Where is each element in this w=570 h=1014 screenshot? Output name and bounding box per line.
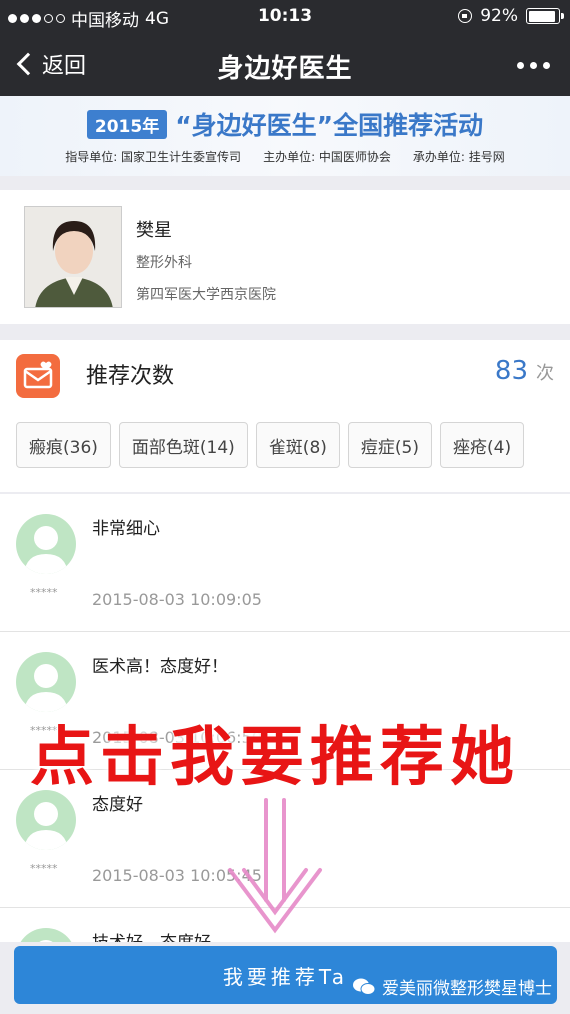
comment-user: *****: [30, 586, 58, 599]
organizer-unit: 承办单位: 挂号网: [412, 150, 505, 164]
wechat-icon: [353, 978, 376, 995]
avatar: [16, 514, 76, 574]
condition-tags: 瘢痕(36) 面部色斑(14) 雀斑(8) 痘症(5) 痤疮(4): [16, 422, 525, 468]
avatar: [16, 928, 76, 942]
host-unit: 主办单位: 中国医师协会: [263, 150, 391, 164]
doctor-department: 整形外科: [136, 255, 192, 271]
battery-percent: 92%: [480, 6, 518, 26]
promo-overlay-text: 点击我要推荐她: [30, 721, 520, 795]
comment-text: 非常细心: [92, 519, 160, 539]
more-menu-icon[interactable]: [517, 62, 550, 69]
banner-title-row: 2015年 “身边好医生”全国推荐活动: [0, 106, 570, 142]
brand-name: 爱美丽微整形樊星博士: [382, 979, 552, 999]
status-bar: 中国移动 4G 10:13 92%: [0, 0, 570, 34]
down-arrow-overlay-icon: [228, 798, 322, 934]
tag-acne[interactable]: 痤疮(4): [440, 422, 525, 468]
campaign-banner[interactable]: 2015年 “身边好医生”全国推荐活动 指导单位: 国家卫生计生委宣传司 主办单…: [0, 96, 570, 176]
tag-scar[interactable]: 瘢痕(36): [16, 422, 111, 468]
envelope-heart-icon: [16, 354, 60, 398]
brand-watermark: 爱美丽微整形樊星博士: [352, 974, 552, 999]
recommend-count: 83 次: [495, 356, 554, 386]
doctor-card: 樊星 整形外科 第四军医大学西京医院: [0, 190, 570, 324]
comment-text: 医术高！态度好！: [92, 657, 228, 677]
tag-facial-spots[interactable]: 面部色斑(14): [118, 422, 248, 468]
page-title: 身边好医生: [217, 54, 353, 84]
recommend-label: 推荐次数: [86, 364, 175, 389]
doctor-photo: [24, 206, 122, 308]
tag-acne-symptom[interactable]: 痘症(5): [347, 422, 432, 468]
year-badge: 2015年: [86, 109, 168, 139]
tag-freckles[interactable]: 雀斑(8): [255, 422, 340, 468]
comment-text: 技术好，态度好: [92, 928, 211, 942]
guide-unit: 指导单位: 国家卫生计生委宣传司: [65, 150, 242, 164]
doctor-name: 樊星: [136, 220, 172, 241]
comment-time: 2015-08-03 10:09:05: [92, 590, 262, 609]
banner-sponsors: 指导单位: 国家卫生计生委宣传司 主办单位: 中国医师协会 承办单位: 挂号网: [0, 148, 570, 165]
avatar: [16, 790, 76, 850]
banner-title: “身边好医生”全国推荐活动: [175, 111, 484, 140]
recommend-section: 推荐次数 83 次 瘢痕(36) 面部色斑(14) 雀斑(8) 痘症(5) 痤疮…: [0, 340, 570, 492]
comment-user: *****: [30, 862, 58, 875]
nav-bar: 返回 身边好医生: [0, 34, 570, 96]
recommend-button-label: 我要推荐Ta: [222, 964, 349, 989]
avatar: [16, 652, 76, 712]
status-right: 92%: [458, 6, 564, 26]
comment-item: ***** 非常细心 2015-08-03 10:09:05: [0, 494, 570, 632]
rotation-lock-icon: [458, 9, 473, 23]
recommend-count-unit: 次: [536, 363, 554, 384]
recommend-count-number: 83: [494, 356, 528, 386]
battery-icon: [526, 8, 564, 24]
doctor-hospital: 第四军医大学西京医院: [136, 287, 276, 303]
